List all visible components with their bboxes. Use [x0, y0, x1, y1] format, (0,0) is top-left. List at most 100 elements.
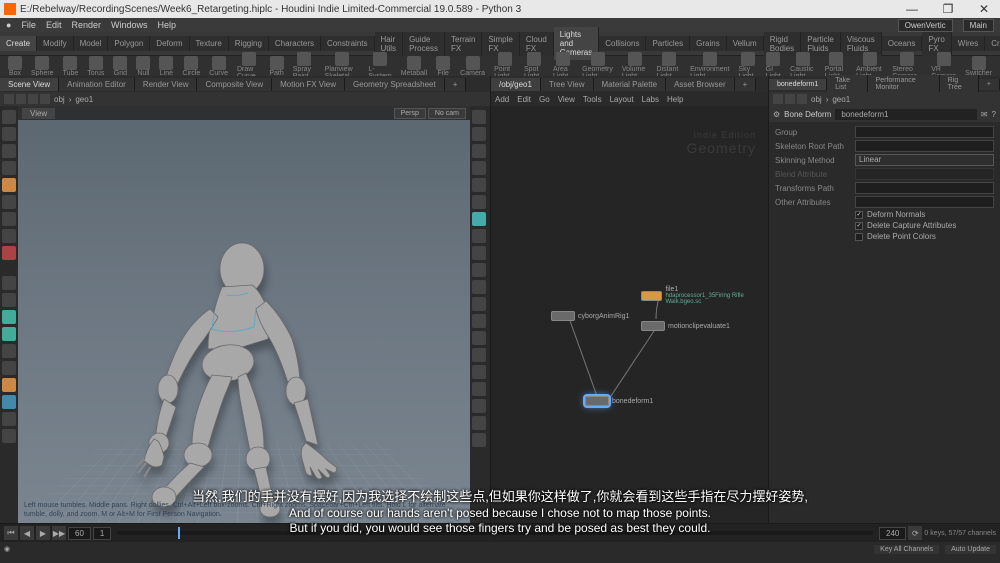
checkbox-deformnormals[interactable]: ✓ — [855, 211, 863, 219]
display-opt[interactable] — [472, 280, 486, 294]
net-help[interactable]: Help — [667, 95, 683, 104]
tool-grid[interactable]: Grid — [109, 55, 131, 78]
tab-perfmon[interactable]: Performance Monitor — [868, 75, 940, 93]
realtime-button[interactable]: ⟳ — [908, 526, 922, 540]
tool-metaball[interactable]: Metaball — [397, 55, 431, 78]
tab-rigtree[interactable]: Rig Tree — [940, 75, 979, 93]
display-opt[interactable] — [472, 297, 486, 311]
view-label[interactable]: View — [22, 108, 55, 119]
shelf-tab[interactable]: Grains — [690, 36, 727, 51]
net-view[interactable]: View — [558, 95, 575, 104]
user-dropdown[interactable]: OwenVertic — [898, 19, 953, 32]
view-tool[interactable] — [2, 310, 16, 324]
tool-line[interactable]: Line — [155, 55, 177, 78]
shelf-tab[interactable]: Collisions — [599, 36, 646, 51]
first-frame-button[interactable]: ⏮ — [4, 526, 18, 540]
menu-help[interactable]: Help — [158, 20, 177, 30]
field-transforms[interactable] — [855, 182, 994, 194]
brush-tool[interactable] — [2, 195, 16, 209]
shelf-tab[interactable]: Modify — [37, 36, 74, 51]
net-add[interactable]: Add — [495, 95, 509, 104]
display-opt[interactable] — [472, 263, 486, 277]
view-tool2[interactable] — [2, 327, 16, 341]
display-opt[interactable] — [472, 314, 486, 328]
param-btn[interactable]: ? — [992, 110, 996, 119]
viewport[interactable]: View Persp No cam — [18, 106, 470, 523]
desktop-dropdown[interactable]: Main — [963, 19, 994, 32]
tool-d[interactable] — [2, 361, 16, 375]
path-geo[interactable]: geo1 — [832, 95, 850, 104]
net-layout[interactable]: Layout — [610, 95, 634, 104]
shelf-tab[interactable]: Characters — [269, 36, 321, 51]
display-opt[interactable] — [472, 246, 486, 260]
shelf-tab[interactable]: Create — [0, 36, 37, 51]
display-opt[interactable] — [472, 110, 486, 124]
tab-assetbrowser[interactable]: Asset Browser — [666, 78, 735, 91]
gear-icon[interactable]: ⚙ — [773, 110, 780, 119]
menu-file[interactable]: File — [21, 20, 36, 30]
shelf-tab[interactable]: Deform — [150, 36, 189, 51]
display-opt[interactable] — [472, 433, 486, 447]
display-opt[interactable] — [472, 365, 486, 379]
snap-tool[interactable] — [2, 276, 16, 290]
shelf-tab[interactable]: Vellum — [727, 36, 764, 51]
tab-sceneview[interactable]: Scene View — [0, 78, 59, 91]
nav-buttons[interactable] — [4, 94, 50, 104]
play-button[interactable]: ▶▶ — [52, 526, 66, 540]
net-edit[interactable]: Edit — [517, 95, 531, 104]
tool-circle[interactable]: Circle — [178, 55, 204, 78]
close-button[interactable]: ✕ — [972, 2, 996, 16]
tool-g[interactable] — [2, 412, 16, 426]
select-skinmethod[interactable]: Linear — [855, 154, 994, 166]
tool-torus[interactable]: Torus — [83, 55, 108, 78]
shelf-tab[interactable]: Texture — [190, 36, 229, 51]
display-opt[interactable] — [472, 229, 486, 243]
maximize-button[interactable]: ❐ — [936, 2, 960, 16]
tab-renderview[interactable]: Render View — [135, 78, 198, 91]
tab-add[interactable]: + — [735, 78, 757, 91]
node-cyborgrig[interactable]: cyborgAnimRig1 — [551, 311, 629, 321]
tab-add[interactable]: + — [445, 78, 467, 91]
menu-render[interactable]: Render — [71, 20, 101, 30]
field-skelroot[interactable] — [855, 140, 994, 152]
display-opt[interactable] — [472, 144, 486, 158]
checkbox-delpointcolors[interactable] — [855, 233, 863, 241]
node-name-field[interactable]: bonedeform1 — [835, 109, 977, 120]
tab-add[interactable]: + — [979, 79, 1000, 90]
shelf-tab[interactable]: Terrain FX — [445, 32, 482, 56]
start-field[interactable]: 1 — [93, 527, 111, 540]
tab-matpalette[interactable]: Material Palette — [594, 78, 667, 91]
tool-null[interactable]: Null — [132, 55, 154, 78]
camera-button[interactable]: No cam — [428, 108, 466, 119]
display-opt[interactable] — [472, 416, 486, 430]
path-geo[interactable]: geo1 — [75, 95, 93, 104]
shelf-tab[interactable]: Guide Process — [403, 32, 445, 56]
tab-takelist[interactable]: Take List — [827, 75, 867, 93]
node-motionclip[interactable]: motionclipevaluate1 — [641, 321, 730, 331]
tool-curve[interactable]: Curve — [205, 55, 232, 78]
scale-tool[interactable] — [2, 161, 16, 175]
display-opt[interactable] — [472, 382, 486, 396]
tab-netview[interactable]: /obj/geo1 — [491, 78, 541, 91]
keyall-button[interactable]: Key All Channels — [874, 545, 939, 554]
tab-compview[interactable]: Composite View — [197, 78, 272, 91]
shelf-tab[interactable]: Crowds — [985, 36, 1000, 51]
global-anim-toggle[interactable]: ◉ — [4, 545, 10, 553]
display-opt[interactable] — [472, 399, 486, 413]
tool-a[interactable] — [2, 229, 16, 243]
tool-h[interactable] — [2, 429, 16, 443]
shelf-tab[interactable]: Oceans — [882, 36, 923, 51]
tab-params[interactable]: bonedeform1 — [769, 79, 827, 90]
shelf-tab[interactable]: Model — [74, 36, 109, 51]
tool-camera[interactable]: Camera — [456, 55, 489, 78]
net-tools[interactable]: Tools — [583, 95, 602, 104]
path-obj[interactable]: obj — [811, 95, 822, 104]
frame-field[interactable]: 60 — [68, 527, 91, 540]
select-tool[interactable] — [2, 110, 16, 124]
node-bonedeform[interactable]: bonedeform1 — [585, 396, 653, 406]
network-view[interactable]: Indie Edition Geometry cyborgAnimRig1 fi… — [491, 106, 768, 523]
display-opt[interactable] — [472, 331, 486, 345]
param-btn[interactable]: ✉ — [981, 110, 988, 119]
tool-file[interactable]: File — [432, 55, 454, 78]
tool-c[interactable] — [2, 344, 16, 358]
